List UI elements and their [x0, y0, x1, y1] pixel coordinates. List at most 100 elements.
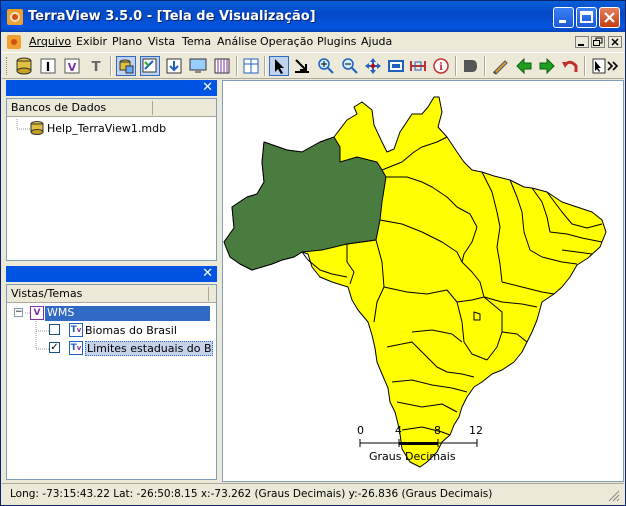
app-logo-icon — [7, 9, 23, 25]
view-button[interactable]: V — [62, 56, 82, 76]
zoom-out-button[interactable] — [340, 56, 360, 76]
pan-icon — [365, 58, 381, 74]
menu-operacao[interactable]: Operação — [260, 35, 313, 48]
undo-icon — [562, 60, 578, 72]
map-canvas[interactable]: 0 4 8 12 Graus Decimais — [222, 80, 624, 482]
scale-tick-label: 4 — [395, 424, 402, 437]
menu-vista[interactable]: Vista — [148, 35, 175, 48]
close-icon — [611, 38, 619, 46]
app-window: TerraView 3.5.0 - [Tela de Visualização]… — [0, 0, 626, 506]
maximize-button[interactable] — [576, 7, 597, 28]
fit-area-icon — [388, 60, 404, 72]
menu-arquivo[interactable]: Arquivo — [29, 35, 71, 48]
database-icon — [16, 57, 32, 75]
theme-edit-icon — [142, 58, 157, 73]
svg-text:V: V — [68, 61, 77, 74]
toolbar-grip[interactable] — [6, 57, 9, 75]
maximize-icon — [580, 11, 593, 23]
menu-exibir[interactable]: Exibir — [76, 35, 107, 48]
info-text-button[interactable]: I — [38, 56, 58, 76]
close-button[interactable] — [599, 7, 620, 28]
collapse-toggle[interactable]: − — [14, 308, 23, 317]
import-button[interactable] — [164, 56, 184, 76]
menu-tema[interactable]: Tema — [182, 35, 211, 48]
info-button[interactable]: i — [431, 56, 451, 76]
view-icon: V — [64, 58, 80, 74]
display-button[interactable] — [188, 56, 208, 76]
mdi-minimize-button[interactable] — [575, 36, 589, 48]
more-icon — [607, 61, 619, 71]
display-icon — [189, 58, 207, 73]
scale-tick-label: 0 — [357, 424, 364, 437]
theme-checkbox-biomas[interactable] — [49, 324, 60, 335]
scale-bar-line — [359, 439, 478, 447]
forward-arrow-button[interactable] — [537, 56, 557, 76]
resize-grip-icon[interactable] — [608, 490, 620, 502]
pencil-button[interactable] — [490, 56, 510, 76]
text-tool-button[interactable]: T — [86, 56, 106, 76]
pointer-button[interactable] — [269, 56, 289, 76]
undo-button[interactable] — [560, 56, 580, 76]
measure-icon — [410, 61, 426, 71]
database-item[interactable]: Help_TerraView1.mdb — [47, 122, 166, 135]
toolbar-overflow-button[interactable] — [606, 56, 626, 76]
app-menu-icon[interactable] — [7, 35, 21, 49]
theme-item-biomas[interactable]: Biomas do Brasil — [85, 324, 177, 337]
select-arrow-button[interactable] — [292, 56, 312, 76]
menu-plano[interactable]: Plano — [112, 35, 142, 48]
svg-text:i: i — [439, 62, 443, 73]
fit-area-button[interactable] — [386, 56, 406, 76]
window-title: TerraView 3.5.0 - [Tela de Visualização] — [28, 9, 316, 24]
back-arrow-button[interactable] — [514, 56, 534, 76]
minimize-icon — [578, 44, 584, 46]
status-bar: Long: -73:15:43.22 Lat: -26:50:8.15 x:-7… — [2, 483, 624, 505]
shape-button[interactable] — [460, 56, 480, 76]
svg-text:T: T — [92, 60, 101, 75]
view-item-wms[interactable]: WMS — [45, 306, 210, 321]
zoom-out-icon — [342, 58, 358, 74]
pencil-icon — [493, 60, 508, 75]
databases-header: Bancos de Dados — [7, 99, 216, 117]
table-icon — [214, 58, 230, 74]
mdi-restore-button[interactable] — [591, 36, 605, 48]
database-button[interactable] — [14, 56, 34, 76]
zoom-in-button[interactable] — [316, 56, 336, 76]
toolbar: I V T i — [2, 52, 624, 79]
views-panel: Vistas/Temas − V WMS Tv Biomas do Brasil… — [6, 284, 217, 480]
close-panel-icon[interactable]: ✕ — [202, 80, 213, 95]
restore-icon — [593, 37, 603, 46]
close-panel-icon[interactable]: ✕ — [202, 266, 213, 281]
theme-checkbox-limites[interactable]: ✓ — [49, 342, 60, 353]
scale-tick-label: 8 — [434, 424, 441, 437]
close-icon — [604, 12, 615, 23]
info-icon: i — [433, 58, 449, 74]
database-icon — [30, 121, 44, 135]
db-open-button[interactable] — [116, 56, 136, 76]
menu-ajuda[interactable]: Ajuda — [361, 35, 392, 48]
minimize-icon — [559, 20, 566, 23]
coordinate-readout: Long: -73:15:43.22 Lat: -26:50:8.15 x:-7… — [10, 488, 493, 500]
databases-panel: Bancos de Dados Help_TerraView1.mdb — [6, 98, 217, 261]
pan-button[interactable] — [363, 56, 383, 76]
theme-item-limites[interactable]: Limites estaduais do Brasil — [85, 341, 213, 356]
theme-icon: Tv — [69, 323, 83, 337]
theme-icon: Tv — [69, 341, 83, 355]
scale-unit-label: Graus Decimais — [369, 450, 456, 463]
menu-plugins[interactable]: Plugins — [317, 35, 356, 48]
menu-bar: Arquivo Exibir Plano Vista Tema Análise … — [2, 32, 624, 52]
theme-edit-button[interactable] — [140, 56, 160, 76]
import-icon — [166, 58, 182, 74]
forward-arrow-icon — [539, 57, 555, 75]
mdi-close-button[interactable] — [608, 36, 622, 48]
menu-analise[interactable]: Análise — [217, 35, 257, 48]
grid-icon — [243, 58, 259, 74]
minimize-button[interactable] — [553, 7, 574, 28]
shape-icon — [464, 60, 477, 72]
brazil-map — [223, 96, 607, 468]
table-button[interactable] — [212, 56, 232, 76]
grid-button[interactable] — [241, 56, 261, 76]
measure-button[interactable] — [408, 56, 428, 76]
title-bar[interactable]: TerraView 3.5.0 - [Tela de Visualização] — [1, 1, 625, 32]
info-text-icon: I — [40, 58, 56, 74]
zoom-in-icon — [318, 58, 334, 74]
